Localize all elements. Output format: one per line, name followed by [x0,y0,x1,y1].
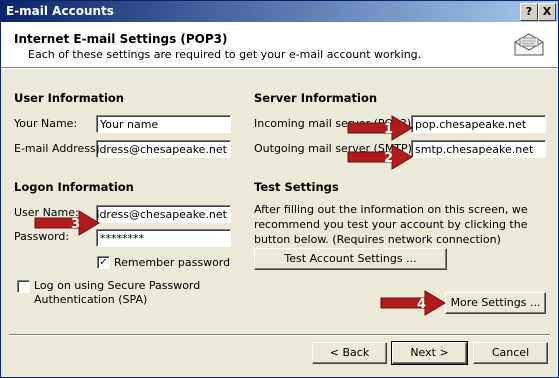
logon-info-heading: Logon Information [14,180,134,194]
annotation-label-3: 3 [71,217,80,232]
more-settings-button[interactable]: More Settings ... [445,292,546,314]
email-address-label: E-mail Address: [14,142,100,155]
envelope-icon [514,33,544,56]
email-address-value: emailaddress@chesapeake.net [96,143,227,156]
user-info-heading: User Information [14,91,124,105]
your-name-label: Your Name: [14,117,78,130]
remember-password-label: Remember password [114,256,231,269]
server-info-heading: Server Information [254,91,378,105]
outgoing-server-field[interactable]: smtp.chesapeake.net [411,140,546,158]
email-accounts-dialog: E-mail Accounts ? X Internet E-mail Sett… [0,0,559,378]
annotation-arrow-1: 1 [347,115,413,141]
annotation-label-1: 1 [384,122,393,137]
test-settings-description: After filling out the information on thi… [254,203,528,246]
title-bar[interactable]: E-mail Accounts ? X [1,1,558,22]
header-divider [1,67,558,69]
spa-label-line2: Authentication (SPA) [34,293,148,306]
annotation-label-2: 2 [384,151,393,166]
annotation-arrow-2: 2 [347,144,413,170]
test-settings-heading: Test Settings [254,180,339,194]
remember-password-checkbox[interactable]: ✓ [97,256,110,269]
test-account-settings-button[interactable]: Test Account Settings ... [254,248,447,270]
annotation-arrow-4: 4 [380,290,446,316]
close-button[interactable]: X [538,3,556,21]
incoming-server-field[interactable]: pop.chesapeake.net [411,115,546,133]
annotation-arrow-3: 3 [34,210,100,236]
dialog-header: Internet E-mail Settings (POP3) Each of … [1,22,558,67]
header-title: Internet E-mail Settings (POP3) [14,32,228,46]
next-button[interactable]: Next > [391,341,468,365]
spa-label-line1: Log on using Secure Password [34,279,201,292]
password-field[interactable]: ******** [96,229,231,247]
spa-checkbox[interactable] [17,280,30,293]
your-name-field[interactable]: Your name [96,115,231,133]
user-name-field[interactable]: emailaddress@chesapeake.net [96,205,231,223]
footer-divider [9,334,550,336]
cancel-button[interactable]: Cancel [473,342,548,364]
email-address-field[interactable]: emailaddress@chesapeake.net [96,140,231,158]
header-subtitle: Each of these settings are required to g… [28,48,422,61]
back-button[interactable]: < Back [312,342,387,364]
annotation-label-4: 4 [417,297,426,312]
user-name-value: emailaddress@chesapeake.net [96,208,227,221]
help-button[interactable]: ? [520,3,538,21]
window-title: E-mail Accounts [6,4,114,18]
